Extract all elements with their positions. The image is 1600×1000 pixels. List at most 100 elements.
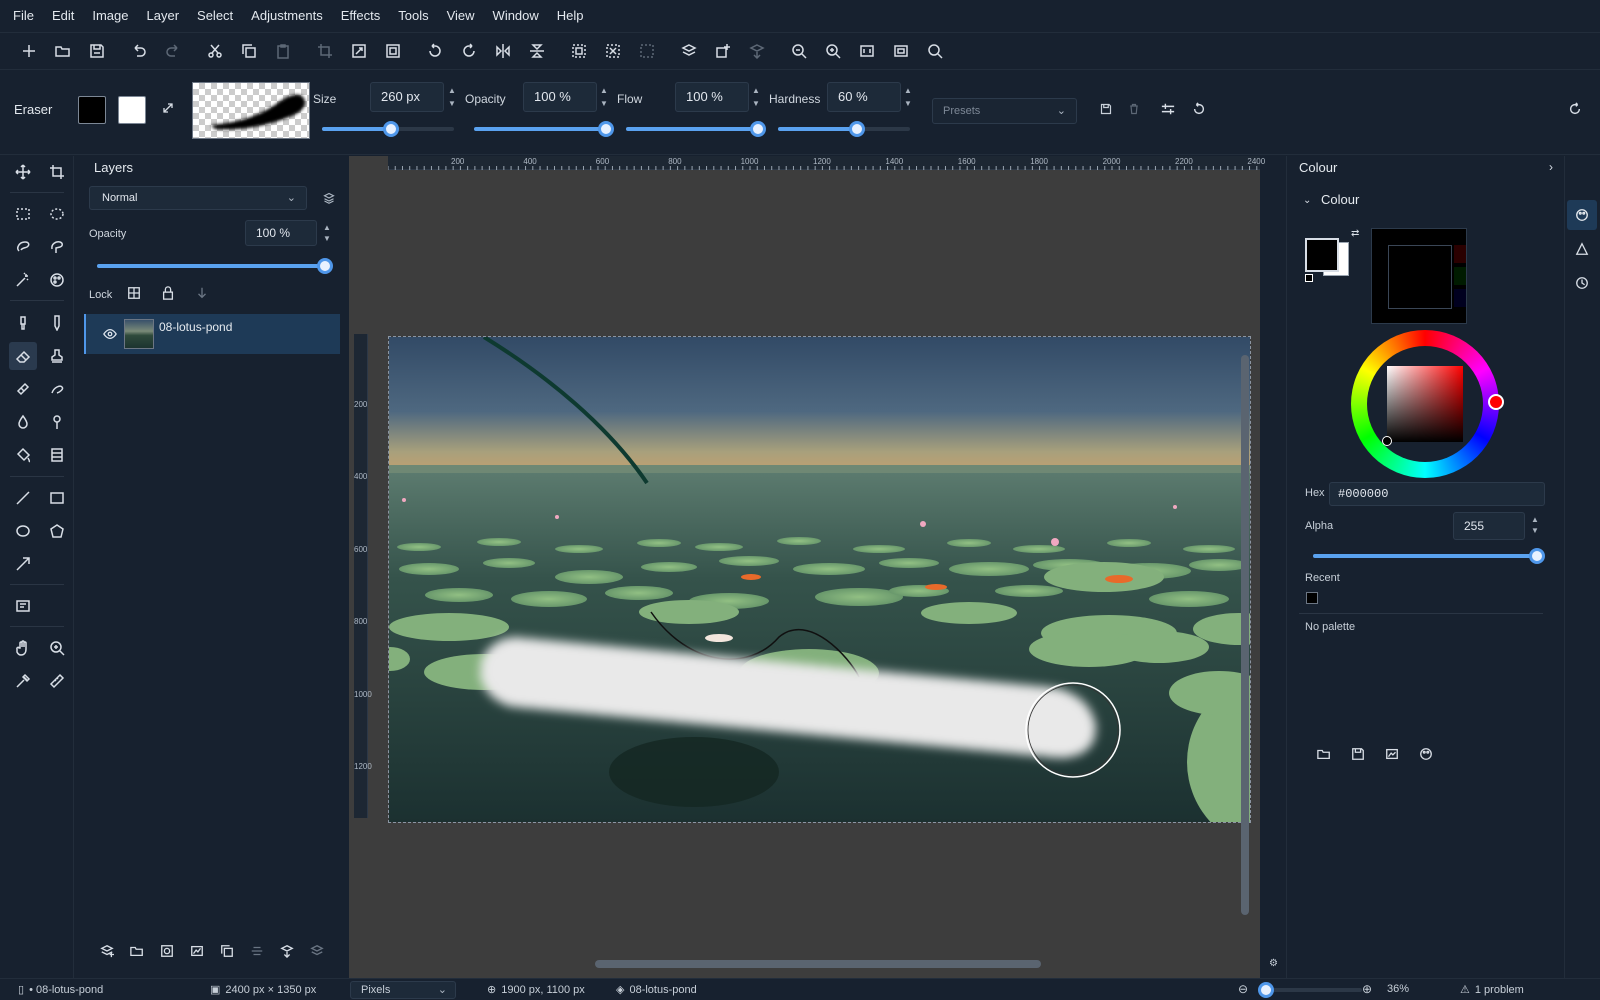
refresh-icon[interactable] xyxy=(1568,102,1582,119)
swap-colors-icon[interactable] xyxy=(162,102,174,117)
layer-opacity-stepper[interactable]: ▲ ▼ xyxy=(323,222,331,244)
horizontal-scrollbar[interactable] xyxy=(595,960,1041,968)
text-tool-icon[interactable] xyxy=(9,592,37,620)
palette-icon[interactable] xyxy=(1419,747,1433,764)
rectangle-select-icon[interactable] xyxy=(9,200,37,228)
alpha-field[interactable]: 255 xyxy=(1453,512,1525,540)
layer-opacity-field[interactable]: 100 % xyxy=(245,220,317,246)
menu-window[interactable]: Window xyxy=(484,0,548,32)
adjustment-layer-icon[interactable] xyxy=(190,944,204,961)
collapse-panel-icon[interactable]: › xyxy=(1549,160,1553,174)
arrow-tool-icon[interactable] xyxy=(9,550,37,578)
primary-color-swatch[interactable] xyxy=(78,96,106,124)
add-group-icon[interactable] xyxy=(130,944,144,961)
ellipse-select-icon[interactable] xyxy=(43,200,71,228)
open-palette-icon[interactable] xyxy=(1317,747,1331,764)
ruler-tool-icon[interactable] xyxy=(43,667,71,695)
brush-tool-icon[interactable] xyxy=(9,309,37,337)
best-fit-icon[interactable] xyxy=(884,34,918,68)
presets-dropdown[interactable]: Presets ⌄ xyxy=(932,98,1077,124)
zoom-slider-knob[interactable] xyxy=(1258,982,1274,998)
hardness-slider-knob[interactable] xyxy=(849,121,866,137)
duplicate-layer-icon[interactable] xyxy=(220,944,234,961)
adjustments-tab-icon[interactable] xyxy=(1575,242,1589,259)
primary-colour-swatch[interactable] xyxy=(1305,238,1339,272)
eye-icon[interactable] xyxy=(103,327,117,344)
image-canvas[interactable] xyxy=(388,336,1251,823)
reset-brush-icon[interactable] xyxy=(1192,102,1206,119)
history-swatch[interactable] xyxy=(1454,289,1466,307)
select-all-icon[interactable] xyxy=(562,34,596,68)
merge-down-icon[interactable] xyxy=(280,944,294,961)
save-palette-icon[interactable] xyxy=(1351,747,1365,764)
delete-preset-icon[interactable] xyxy=(1128,103,1140,118)
flow-slider-knob[interactable] xyxy=(750,121,766,137)
menu-edit[interactable]: Edit xyxy=(43,0,83,32)
blend-mode-dropdown[interactable]: Normal ⌄ xyxy=(89,186,307,210)
reset-colours-icon[interactable] xyxy=(1305,274,1313,282)
history-tab-icon[interactable] xyxy=(1575,276,1589,293)
menu-select[interactable]: Select xyxy=(188,0,242,32)
lock-pixels-icon[interactable] xyxy=(127,286,141,303)
size-stepper[interactable]: ▲ ▼ xyxy=(446,84,458,112)
eyedropper-icon[interactable] xyxy=(9,667,37,695)
flow-slider[interactable] xyxy=(626,121,766,137)
size-slider[interactable] xyxy=(322,121,454,137)
palette-from-image-icon[interactable] xyxy=(1385,747,1399,764)
alpha-slider-knob[interactable] xyxy=(1529,548,1545,564)
hand-tool-icon[interactable] xyxy=(9,634,37,662)
size-field[interactable]: 260 px xyxy=(370,82,444,112)
zoom-slider[interactable] xyxy=(1258,982,1362,998)
redo-icon[interactable] xyxy=(156,34,190,68)
alpha-slider[interactable] xyxy=(1313,548,1545,564)
layer-opacity-slider[interactable] xyxy=(97,258,333,274)
copy-icon[interactable] xyxy=(232,34,266,68)
menu-layer[interactable]: Layer xyxy=(138,0,189,32)
recent-colour-swatch[interactable] xyxy=(1306,592,1318,604)
secondary-color-swatch[interactable] xyxy=(118,96,146,124)
zoom-out-icon[interactable]: ⊖ xyxy=(1238,982,1248,996)
magnetic-lasso-icon[interactable] xyxy=(43,233,71,261)
brush-settings-icon[interactable] xyxy=(1161,102,1175,119)
magic-wand-icon[interactable] xyxy=(9,266,37,294)
new-icon[interactable] xyxy=(12,34,46,68)
opacity-slider-knob[interactable] xyxy=(598,121,614,137)
rotate-ccw-icon[interactable] xyxy=(418,34,452,68)
lock-position-icon[interactable] xyxy=(195,286,209,303)
sv-picker-handle[interactable] xyxy=(1382,436,1392,446)
opacity-stepper[interactable]: ▲ ▼ xyxy=(598,84,610,112)
colour-history-grid[interactable] xyxy=(1371,228,1467,324)
opacity-slider[interactable] xyxy=(474,121,614,137)
line-tool-icon[interactable] xyxy=(9,484,37,512)
canvas-size-icon[interactable] xyxy=(376,34,410,68)
layer-row[interactable]: 08-lotus-pond xyxy=(84,314,340,354)
menu-adjustments[interactable]: Adjustments xyxy=(242,0,332,32)
menu-tools[interactable]: Tools xyxy=(389,0,437,32)
add-mask-icon[interactable] xyxy=(160,944,174,961)
history-swatch[interactable] xyxy=(1454,245,1466,263)
hex-field[interactable]: #000000 xyxy=(1329,482,1545,506)
hue-picker-handle[interactable] xyxy=(1488,394,1504,410)
hardness-slider[interactable] xyxy=(778,121,910,137)
open-icon[interactable] xyxy=(46,34,80,68)
crop-to-selection-icon[interactable] xyxy=(308,34,342,68)
saturation-value-square[interactable] xyxy=(1387,366,1463,442)
add-layer-icon[interactable] xyxy=(100,944,114,961)
merge-layer-icon[interactable] xyxy=(740,34,774,68)
menu-effects[interactable]: Effects xyxy=(332,0,390,32)
vertical-scrollbar[interactable] xyxy=(1241,355,1249,915)
zoom-tool-icon[interactable] xyxy=(43,634,71,662)
hardness-stepper[interactable]: ▲ ▼ xyxy=(902,84,914,112)
rectangle-tool-icon[interactable] xyxy=(43,484,71,512)
zoom-level[interactable]: 36% xyxy=(1387,983,1409,995)
menu-file[interactable]: File xyxy=(4,0,43,32)
crop-tool-icon[interactable] xyxy=(43,158,71,186)
swap-colours-icon[interactable]: ⇄ xyxy=(1351,228,1359,239)
opacity-field[interactable]: 100 % xyxy=(523,82,597,112)
layer-properties-icon[interactable] xyxy=(323,192,335,207)
brush-preview[interactable] xyxy=(192,82,310,139)
zoom-in-icon[interactable]: ⊕ xyxy=(1362,982,1372,996)
colour-tab-icon[interactable] xyxy=(1567,200,1597,230)
clone-stamp-icon[interactable] xyxy=(43,342,71,370)
smudge-icon[interactable] xyxy=(43,375,71,403)
